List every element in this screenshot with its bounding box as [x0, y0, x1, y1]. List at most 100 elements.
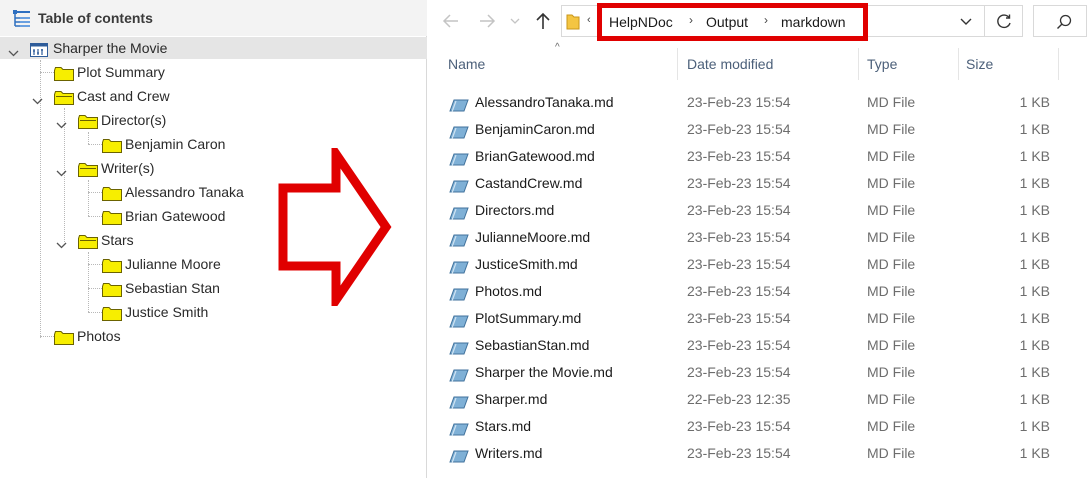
folder-icon: [102, 257, 122, 279]
refresh-icon: [997, 14, 1011, 29]
recent-locations-button[interactable]: [509, 11, 523, 33]
folder-icon: [102, 281, 122, 303]
folder-icon: [566, 13, 580, 35]
back-button[interactable]: [441, 11, 463, 33]
file-date-modified: 23-Feb-23 15:54: [687, 310, 791, 326]
file-name: Stars.md: [475, 418, 532, 434]
tree-item-label: Plot Summary: [77, 64, 165, 80]
file-name: Writers.md: [475, 445, 543, 461]
up-button[interactable]: [533, 11, 555, 33]
file-size: 1 KB: [1019, 283, 1050, 299]
file-name: BrianGatewood.md: [475, 148, 595, 164]
folder-icon: [54, 65, 74, 87]
file-date-modified: 23-Feb-23 15:54: [687, 418, 791, 434]
md-file-icon: [449, 446, 469, 473]
file-date-modified: 22-Feb-23 12:35: [687, 391, 791, 407]
file-row[interactable]: SebastianStan.md 23-Feb-23 15:54 MD File 1 …: [427, 332, 1087, 359]
file-type: MD File: [867, 310, 916, 326]
file-name: CastandCrew.md: [475, 175, 583, 191]
file-type: MD File: [867, 229, 916, 245]
file-type: MD File: [867, 94, 916, 110]
project-icon: [30, 41, 48, 63]
chevron-left-icon[interactable]: ‹: [587, 14, 591, 26]
file-size: 1 KB: [1019, 445, 1050, 461]
tree-item-label: Stars: [101, 232, 134, 248]
file-size: 1 KB: [1019, 337, 1050, 353]
file-size: 1 KB: [1019, 256, 1050, 272]
file-name: Sharper.md: [475, 391, 548, 407]
file-row[interactable]: Stars.md 23-Feb-23 15:54 MD File 1 KB: [427, 413, 1087, 440]
file-type: MD File: [867, 283, 916, 299]
file-type: MD File: [867, 337, 916, 353]
folder-open-icon: [78, 113, 98, 135]
tree-item-label: Director(s): [101, 112, 167, 128]
tree-item-sharper-the-movie[interactable]: Sharper the Movie: [0, 37, 427, 59]
toc-title: Table of contents: [38, 10, 153, 26]
refresh-button[interactable]: [985, 5, 1023, 37]
file-size: 1 KB: [1019, 229, 1050, 245]
folder-icon: [54, 329, 74, 351]
file-date-modified: 23-Feb-23 15:54: [687, 283, 791, 299]
file-row[interactable]: Writers.md 23-Feb-23 15:54 MD File 1 KB: [427, 440, 1087, 467]
tree-item-label: Benjamin Caron: [125, 136, 226, 152]
address-dropdown-button[interactable]: [959, 15, 973, 34]
file-row[interactable]: JusticeSmith.md 23-Feb-23 15:54 MD File 1 K…: [427, 251, 1087, 278]
file-size: 1 KB: [1019, 418, 1050, 434]
tree-item-label: Alessandro Tanaka: [125, 184, 244, 200]
file-row[interactable]: AlessandroTanaka.md 23-Feb-23 15:54 MD Fil…: [427, 89, 1087, 116]
column-header-type[interactable]: Type: [867, 46, 897, 82]
file-row[interactable]: BenjaminCaron.md 23-Feb-23 15:54 MD File 1 …: [427, 116, 1087, 143]
file-name: BenjaminCaron.md: [475, 121, 595, 137]
file-name: Photos.md: [475, 283, 542, 299]
chevron-down-icon[interactable]: [32, 91, 43, 113]
file-row[interactable]: Photos.md 23-Feb-23 15:54 MD File 1 KB: [427, 278, 1087, 305]
file-name: Sharper the Movie.md: [475, 364, 613, 380]
column-header-date-modified[interactable]: Date modified: [687, 46, 773, 82]
file-row[interactable]: JulianneMoore.md 23-Feb-23 15:54 MD File 1 …: [427, 224, 1087, 251]
file-row[interactable]: Directors.md 23-Feb-23 15:54 MD File 1 KB: [427, 197, 1087, 224]
file-size: 1 KB: [1019, 121, 1050, 137]
file-name: JulianneMoore.md: [475, 229, 591, 245]
chevron-down-icon[interactable]: [56, 163, 67, 185]
file-date-modified: 23-Feb-23 15:54: [687, 337, 791, 353]
file-type: MD File: [867, 148, 916, 164]
file-date-modified: 23-Feb-23 15:54: [687, 175, 791, 191]
chevron-down-icon[interactable]: [56, 115, 67, 137]
forward-button[interactable]: [477, 11, 499, 33]
sort-ascending-icon: ^: [555, 42, 560, 53]
file-row[interactable]: PlotSummary.md 23-Feb-23 15:54 MD File 1 KB: [427, 305, 1087, 332]
toc-header: Table of contents: [0, 0, 427, 36]
file-type: MD File: [867, 256, 916, 272]
chevron-down-icon[interactable]: [56, 235, 67, 257]
file-type: MD File: [867, 364, 916, 380]
file-row[interactable]: Sharper the Movie.md 23-Feb-23 15:54 MD Fi…: [427, 359, 1087, 386]
file-size: 1 KB: [1019, 202, 1050, 218]
search-box[interactable]: [1033, 5, 1087, 37]
folder-icon: [102, 305, 122, 327]
column-header-name[interactable]: Name: [448, 46, 485, 82]
tree-item-label: Cast and Crew: [77, 88, 170, 104]
folder-open-icon: [54, 89, 74, 111]
file-date-modified: 23-Feb-23 15:54: [687, 148, 791, 164]
tree-item-label: Justice Smith: [125, 304, 209, 320]
file-row[interactable]: BrianGatewood.md 23-Feb-23 15:54 MD File 1 …: [427, 143, 1087, 170]
file-size: 1 KB: [1019, 364, 1050, 380]
chevron-down-icon[interactable]: [8, 43, 19, 65]
file-type: MD File: [867, 175, 916, 191]
navigation-bar: ‹ HelpNDoc › Output › markdown: [427, 0, 1087, 44]
toc-icon: [12, 9, 32, 34]
folder-icon: [102, 185, 122, 207]
file-size: 1 KB: [1019, 391, 1050, 407]
file-row[interactable]: Sharper.md 22-Feb-23 12:35 MD File 1 KB: [427, 386, 1087, 413]
file-date-modified: 23-Feb-23 15:54: [687, 256, 791, 272]
folder-open-icon: [78, 161, 98, 183]
file-type: MD File: [867, 202, 916, 218]
file-type: MD File: [867, 445, 916, 461]
file-name: Directors.md: [475, 202, 555, 218]
column-header-size[interactable]: Size: [966, 46, 993, 82]
file-size: 1 KB: [1019, 148, 1050, 164]
tree-item-label: Photos: [77, 328, 121, 344]
file-date-modified: 23-Feb-23 15:54: [687, 364, 791, 380]
file-date-modified: 23-Feb-23 15:54: [687, 229, 791, 245]
file-row[interactable]: CastandCrew.md 23-Feb-23 15:54 MD File 1 KB: [427, 170, 1087, 197]
